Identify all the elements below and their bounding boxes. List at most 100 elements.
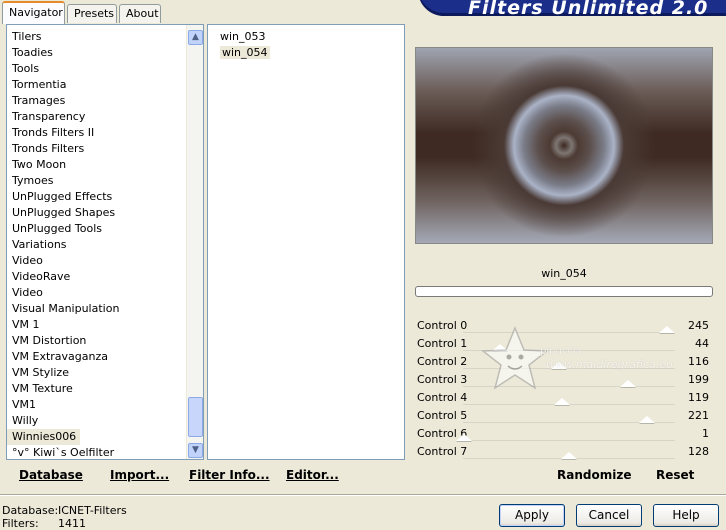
tab-presets[interactable]: Presets xyxy=(67,4,117,23)
list-item[interactable]: Tools xyxy=(7,61,203,77)
slider-track[interactable] xyxy=(463,452,675,459)
control-label: Control 4 xyxy=(417,391,468,404)
control-value: 1 xyxy=(702,427,709,440)
control-sliders: Control 0 245 Control 1 44 Control 2 116 Contr… xyxy=(415,317,713,461)
list-item[interactable]: VM Distortion xyxy=(7,333,203,349)
list-item[interactable]: Video xyxy=(7,285,203,301)
slider-track[interactable] xyxy=(463,326,675,333)
list-item[interactable]: Variations xyxy=(7,237,203,253)
control-value: 245 xyxy=(688,319,709,332)
app-title: Filters Unlimited 2.0 xyxy=(468,0,709,19)
list-item-label: °v° Kiwi`s Oelfilter xyxy=(12,446,115,459)
list-item-label: VM Distortion xyxy=(12,334,87,347)
list-item[interactable]: UnPlugged Tools xyxy=(7,221,203,237)
slider-thumb[interactable] xyxy=(658,326,675,333)
slider-thumb[interactable] xyxy=(455,434,472,441)
help-button[interactable]: Help xyxy=(653,504,719,527)
list-item-label: VideoRave xyxy=(12,270,71,283)
control-slider-row: Control 7 128 xyxy=(415,443,713,461)
filter-item-label: win_054 xyxy=(220,46,270,59)
control-value: 199 xyxy=(688,373,709,386)
filter-list-item[interactable]: win_054 xyxy=(208,45,404,61)
tab-about[interactable]: About xyxy=(119,4,161,23)
scroll-thumb[interactable] xyxy=(188,397,203,437)
list-item[interactable]: VM Extravaganza xyxy=(7,349,203,365)
reset-button[interactable]: Reset xyxy=(656,468,694,482)
list-item[interactable]: UnPlugged Effects xyxy=(7,189,203,205)
list-item[interactable]: Toadies xyxy=(7,45,203,61)
list-item-label: Winnies006 xyxy=(7,429,81,445)
list-item-label: Willy xyxy=(12,414,39,427)
list-item[interactable]: Tronds Filters II xyxy=(7,125,203,141)
scroll-down-button[interactable]: ▼ xyxy=(188,443,203,458)
cancel-button[interactable]: Cancel xyxy=(576,504,642,527)
selected-filter-name: win_054 xyxy=(541,267,587,280)
list-item-label: UnPlugged Effects xyxy=(12,190,113,203)
slider-track[interactable] xyxy=(463,362,675,369)
slider-track[interactable] xyxy=(463,398,675,405)
control-value: 128 xyxy=(688,445,709,458)
control-value: 221 xyxy=(688,409,709,422)
import-button[interactable]: Import... xyxy=(110,468,169,482)
control-label: Control 5 xyxy=(417,409,468,422)
control-slider-row: Control 1 44 xyxy=(415,335,713,353)
list-item-label: Tilers xyxy=(12,30,42,43)
list-item-label: Toadies xyxy=(12,46,53,59)
list-item-label: Tormentia xyxy=(12,78,67,91)
list-item[interactable]: °v° Kiwi`s Oelfilter xyxy=(7,445,203,459)
list-item-label: UnPlugged Tools xyxy=(12,222,102,235)
list-item-label: Video xyxy=(12,286,43,299)
list-item[interactable]: VM 1 xyxy=(7,317,203,333)
slider-track[interactable] xyxy=(463,416,675,423)
slider-thumb[interactable] xyxy=(561,452,578,459)
list-item-label: Tramages xyxy=(12,94,66,107)
list-item[interactable]: Tymoes xyxy=(7,173,203,189)
list-item[interactable]: Transparency xyxy=(7,109,203,125)
filter-items: win_053 win_054 xyxy=(208,25,404,61)
status-filters: Filters: 1411 xyxy=(2,517,86,530)
slider-thumb[interactable] xyxy=(491,344,508,351)
list-item-label: Visual Manipulation xyxy=(12,302,120,315)
control-slider-row: Control 5 221 xyxy=(415,407,713,425)
list-item-label: Tronds Filters II xyxy=(12,126,95,139)
list-item-label: VM Stylize xyxy=(12,366,69,379)
slider-thumb[interactable] xyxy=(551,362,568,369)
filter-list-item[interactable]: win_053 xyxy=(208,29,404,45)
slider-track[interactable] xyxy=(463,380,675,387)
list-item[interactable]: VM1 xyxy=(7,397,203,413)
slider-track[interactable] xyxy=(455,434,675,441)
tab-navigator[interactable]: Navigator xyxy=(2,1,65,24)
list-item[interactable]: VM Stylize xyxy=(7,365,203,381)
filter-info-button[interactable]: Filter Info... xyxy=(189,468,270,482)
slider-track[interactable] xyxy=(463,344,675,351)
list-item[interactable]: Tormentia xyxy=(7,77,203,93)
list-item-label: Variations xyxy=(12,238,67,251)
apply-button[interactable]: Apply xyxy=(499,504,565,527)
slider-thumb[interactable] xyxy=(553,398,570,405)
list-item[interactable]: Tramages xyxy=(7,93,203,109)
control-slider-row: Control 2 116 xyxy=(415,353,713,371)
category-scrollbar[interactable]: ▲ ▼ xyxy=(186,25,203,459)
scroll-up-button[interactable]: ▲ xyxy=(188,30,203,45)
list-item[interactable]: Tronds Filters xyxy=(7,141,203,157)
control-label: Control 1 xyxy=(417,337,468,350)
list-item[interactable]: Winnies006 xyxy=(7,429,203,445)
randomize-button[interactable]: Randomize xyxy=(557,468,631,482)
list-item[interactable]: Willy xyxy=(7,413,203,429)
editor-button[interactable]: Editor... xyxy=(286,468,339,482)
app-banner: Filters Unlimited 2.0 xyxy=(418,0,726,19)
filter-list[interactable]: win_053 win_054 xyxy=(207,24,405,460)
list-item[interactable]: Video xyxy=(7,253,203,269)
list-item[interactable]: Tilers xyxy=(7,29,203,45)
category-list[interactable]: Tilers Toadies Tools Tormentia Tramages Trans… xyxy=(6,24,204,460)
list-item[interactable]: Two Moon xyxy=(7,157,203,173)
control-slider-row: Control 4 119 xyxy=(415,389,713,407)
list-item[interactable]: Visual Manipulation xyxy=(7,301,203,317)
database-button[interactable]: Database xyxy=(19,468,83,482)
list-item[interactable]: UnPlugged Shapes xyxy=(7,205,203,221)
list-item[interactable]: VM Texture xyxy=(7,381,203,397)
control-label: Control 3 xyxy=(417,373,468,386)
slider-thumb[interactable] xyxy=(638,416,655,423)
list-item[interactable]: VideoRave xyxy=(7,269,203,285)
slider-thumb[interactable] xyxy=(620,380,637,387)
